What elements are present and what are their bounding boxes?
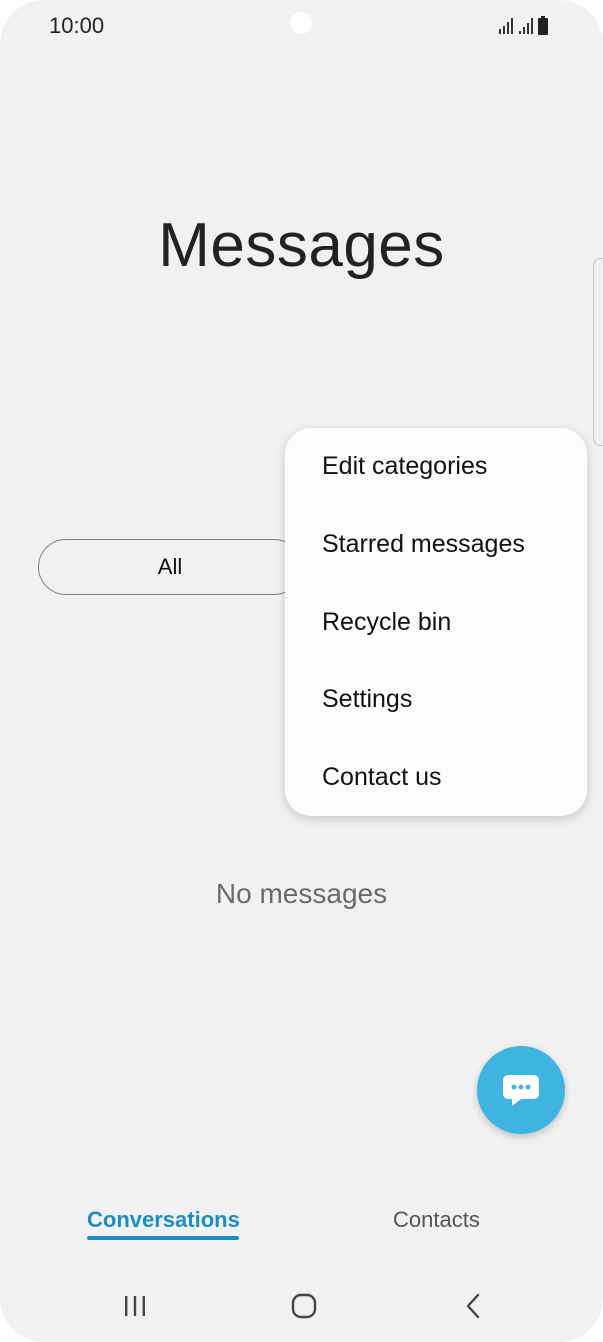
status-time: 10:00	[49, 13, 105, 38]
recent-apps-button[interactable]	[115, 1288, 155, 1324]
battery-icon	[538, 16, 548, 35]
status-bar: 10:00	[0, 0, 603, 56]
menu-item-edit-categories[interactable]: Edit categories	[322, 452, 487, 481]
home-button[interactable]	[284, 1288, 324, 1324]
empty-state-text: No messages	[215, 878, 388, 909]
edge-panel-handle[interactable]	[593, 258, 603, 446]
overflow-menu: Edit categories Starred messages Recycle…	[285, 428, 587, 816]
active-tab-indicator	[87, 1236, 239, 1240]
signal-icon	[499, 18, 513, 34]
signal-2-icon	[519, 18, 533, 34]
phone-screen: 10:00 Messages All No messages Edit cate…	[0, 0, 603, 1342]
status-icons	[499, 16, 548, 35]
filter-all-label: All	[157, 554, 183, 579]
recent-apps-icon	[125, 1296, 145, 1316]
menu-item-contact-us[interactable]: Contact us	[322, 763, 442, 792]
menu-item-recycle-bin[interactable]: Recycle bin	[322, 608, 451, 637]
tab-conversations[interactable]: Conversations	[87, 1207, 240, 1233]
tab-contacts[interactable]: Contacts	[393, 1207, 480, 1233]
chat-bubble-icon	[503, 1075, 539, 1106]
front-camera	[290, 12, 312, 34]
back-button[interactable]	[453, 1288, 493, 1324]
home-icon	[291, 1293, 317, 1319]
back-icon	[466, 1293, 480, 1319]
page-title: Messages	[158, 211, 445, 280]
menu-item-settings[interactable]: Settings	[322, 685, 412, 714]
filter-all-chip[interactable]: All	[38, 539, 302, 595]
menu-item-starred-messages[interactable]: Starred messages	[322, 530, 525, 559]
compose-message-button[interactable]	[477, 1046, 565, 1134]
